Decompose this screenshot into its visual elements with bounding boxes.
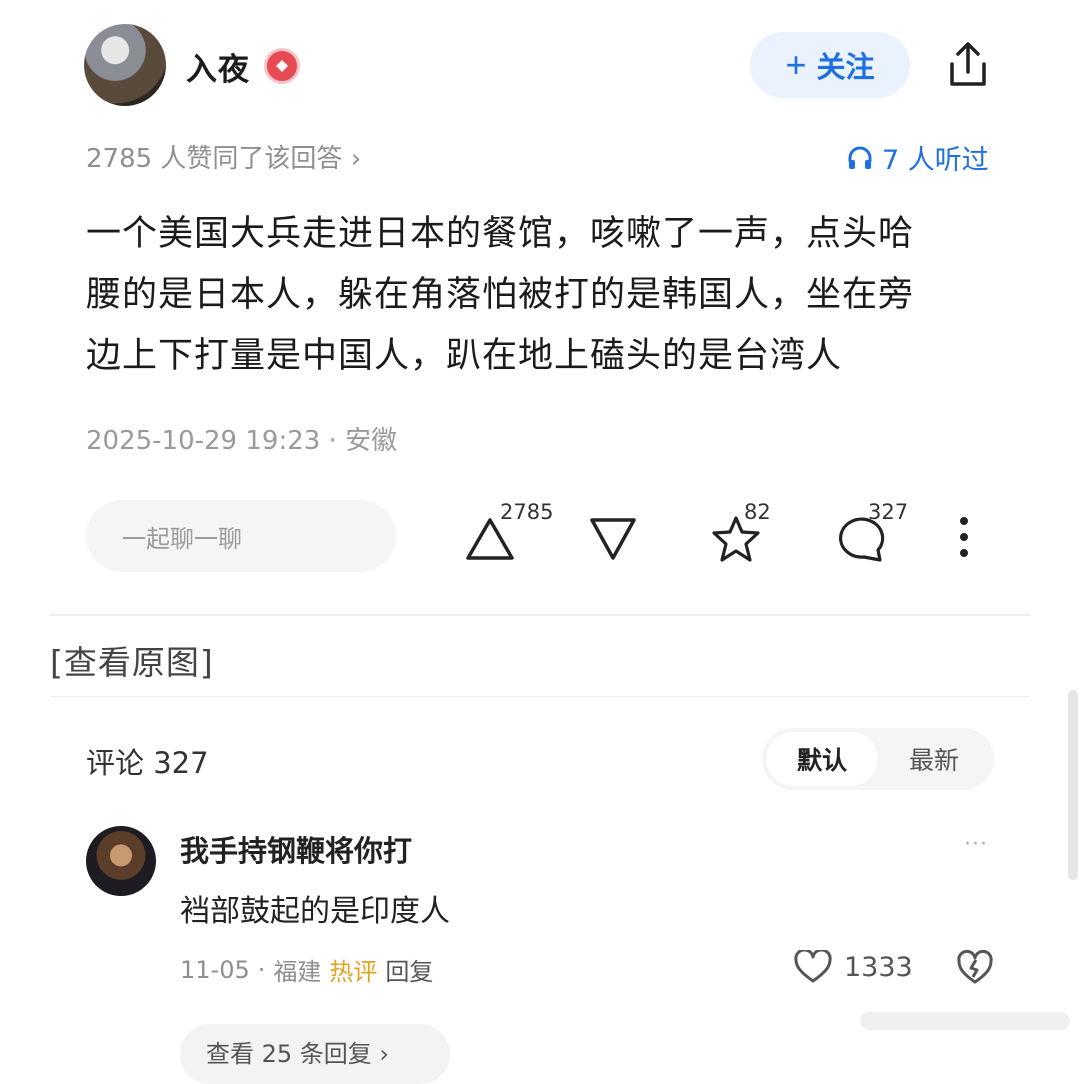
scrollbar[interactable] [1068,690,1078,880]
share-icon[interactable] [944,40,992,90]
author-avatar[interactable] [84,24,166,106]
comment-like-count: 1333 [844,951,913,983]
comment-sort-toggle: 默认 最新 [762,728,994,790]
watermark-logo-icon [860,1006,1070,1036]
commenter-name[interactable]: 我手持钢鞭将你打 [180,828,412,870]
comment-more-button[interactable]: ··· [964,832,988,857]
answer-line: 边上下打量是中国人，趴在地上磕头的是台湾人 [86,336,843,376]
view-original-link[interactable]: [查看原图] [50,636,214,684]
upvote-count: 2785 [500,500,554,524]
view-replies-button[interactable]: 查看 25 条回复 › [180,1024,450,1084]
comment-text: 裆部鼓起的是印度人 [180,894,450,929]
comment-meta: 11-05 · 福建 热评 回复 [180,952,433,987]
divider [50,696,1030,697]
upvote-button[interactable]: 2785 [464,500,553,566]
comment-input[interactable]: 一起聊一聊 [86,500,396,572]
listeners-link[interactable]: 7 人听过 [846,138,989,177]
downvote-button[interactable] [588,516,638,566]
listeners-text: 7 人听过 [882,145,989,176]
comment-like-button[interactable]: 1333 [794,950,913,984]
more-icon[interactable] [952,514,976,560]
follow-label: 关注 [816,52,875,84]
answer-line: 腰的是日本人，躲在角落怕被打的是韩国人，坐在旁 [86,275,915,315]
comment-count: 327 [868,500,909,524]
answer-text: 一个美国大兵走进日本的餐馆，咳嗽了一声，点头哈 腰的是日本人，躲在角落怕被打的是… [86,204,986,387]
hot-comment-badge: 热评 [329,958,378,986]
downvote-icon [590,518,636,560]
comment-date: 11-05 [180,955,250,984]
favorite-button[interactable]: 82 [710,500,771,568]
favorite-count: 82 [744,500,771,524]
commenter-avatar[interactable] [86,826,156,896]
heart-icon [794,950,832,983]
sort-default-tab[interactable]: 默认 [766,732,878,786]
sort-latest-tab[interactable]: 最新 [878,732,990,786]
plus-icon: + [785,44,807,85]
verified-badge-icon [264,48,300,84]
answer-timestamp: 2025-10-29 19:23 · 安徽 [86,426,398,456]
comment-location: 福建 [273,958,322,986]
divider [50,614,1030,616]
dislike-icon[interactable] [956,948,994,986]
follow-button[interactable]: + 关注 [750,32,910,98]
reply-button[interactable]: 回复 [385,952,433,987]
meta-separator: · [257,955,266,984]
likes-summary-link[interactable]: 2785 人赞同了该回答 › [86,138,361,175]
answer-line: 一个美国大兵走进日本的餐馆，咳嗽了一声，点头哈 [86,214,915,254]
author-name[interactable]: 入夜 [186,44,250,89]
headphone-icon [848,146,872,169]
comment-button[interactable]: 327 [834,500,908,568]
comments-title: 评论 327 [86,746,209,780]
